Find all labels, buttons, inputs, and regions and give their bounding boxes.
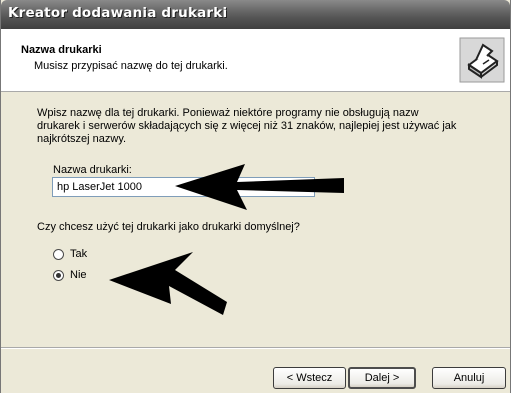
printer-icon: [459, 37, 505, 83]
wizard-window: Kreator dodawania drukarki Nazwa drukark…: [0, 0, 511, 393]
instructions-line-3: najkrótszej nazwy.: [37, 133, 127, 145]
wizard-footer: < Wstecz Dalej > Anuluj: [1, 347, 510, 393]
title-bar[interactable]: Kreator dodawania drukarki: [1, 0, 510, 29]
radio-button-tak[interactable]: [53, 248, 64, 260]
printer-name-label: Nazwa drukarki:: [53, 164, 132, 176]
annotation-arrow-default: [109, 252, 227, 315]
page-title: Nazwa drukarki: [21, 44, 102, 56]
default-printer-question: Czy chcesz użyć tej drukarki jako drukar…: [37, 221, 300, 233]
radio-label-nie: Nie: [70, 269, 87, 281]
radio-option-nie[interactable]: Nie: [53, 269, 87, 281]
radio-label-tak: Tak: [70, 248, 88, 260]
wizard-header: Nazwa drukarki Musisz przypisać nazwę do…: [1, 29, 510, 92]
radio-button-nie[interactable]: [53, 269, 64, 281]
instructions-line-1: Wpisz nazwę dla tej drukarki. Ponieważ n…: [37, 107, 419, 119]
page-subtitle: Musisz przypisać nazwę do tej drukarki.: [34, 60, 228, 72]
instructions-text: Wpisz nazwę dla tej drukarki. Ponieważ n…: [37, 107, 477, 146]
back-button[interactable]: < Wstecz: [273, 367, 346, 389]
window-title: Kreator dodawania drukarki: [8, 5, 228, 21]
cancel-button[interactable]: Anuluj: [432, 367, 506, 389]
radio-option-tak[interactable]: Tak: [53, 248, 87, 260]
wizard-body: Wpisz nazwę dla tej drukarki. Ponieważ n…: [1, 92, 510, 347]
instructions-line-2: drukarek i serwerów składających się z w…: [37, 120, 457, 132]
next-button[interactable]: Dalej >: [348, 367, 416, 389]
printer-name-input[interactable]: [52, 177, 315, 197]
